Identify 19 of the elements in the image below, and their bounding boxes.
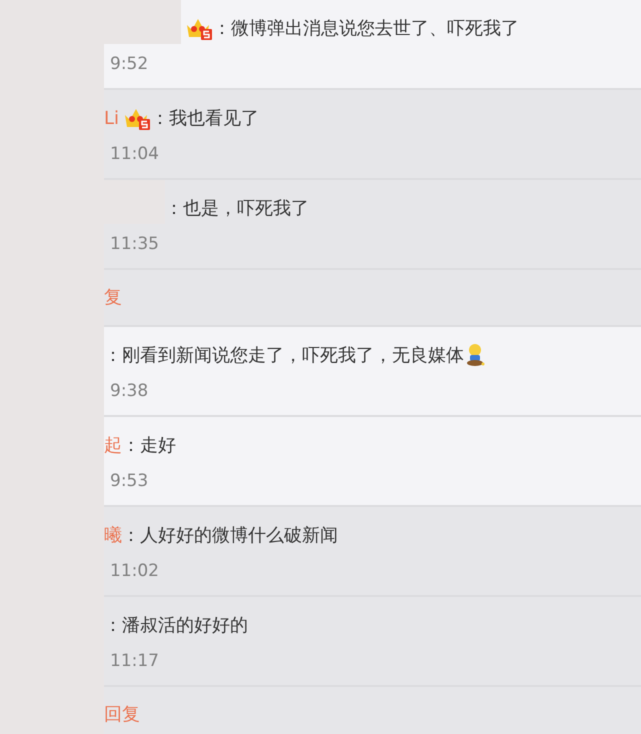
comment-text: ：微博弹出消息说您去世了、吓死我了 [213,16,519,40]
comment-time: 11:17 [109,650,159,673]
user-name[interactable]: Li [104,104,120,132]
reply-link[interactable]: 回复 [104,687,140,734]
comment-time: 9:38 [109,380,148,403]
comment-time: 9:53 [109,470,148,493]
comment-text: ：我也看见了 [151,106,260,130]
comment-text: ：人好好的微博什么破新闻 [122,524,338,548]
comment-time: 11:35 [109,233,159,256]
comment-time: 9:52 [109,53,148,76]
comment-text: ：也是，吓死我了 [165,196,309,220]
user-name[interactable]: 曦 [104,522,122,548]
user-name[interactable]: 起 [104,432,122,458]
reply-link[interactable]: 复 [104,270,122,325]
comment-time: 11:02 [109,560,159,583]
comment-time: 11:04 [109,143,159,166]
comment-text: ：刚看到新闻说您走了，吓死我了，无良媒体 [104,344,464,368]
comment-text: ：走好 [122,434,176,458]
comment-text: ：潘叔活的好好的 [104,614,248,638]
